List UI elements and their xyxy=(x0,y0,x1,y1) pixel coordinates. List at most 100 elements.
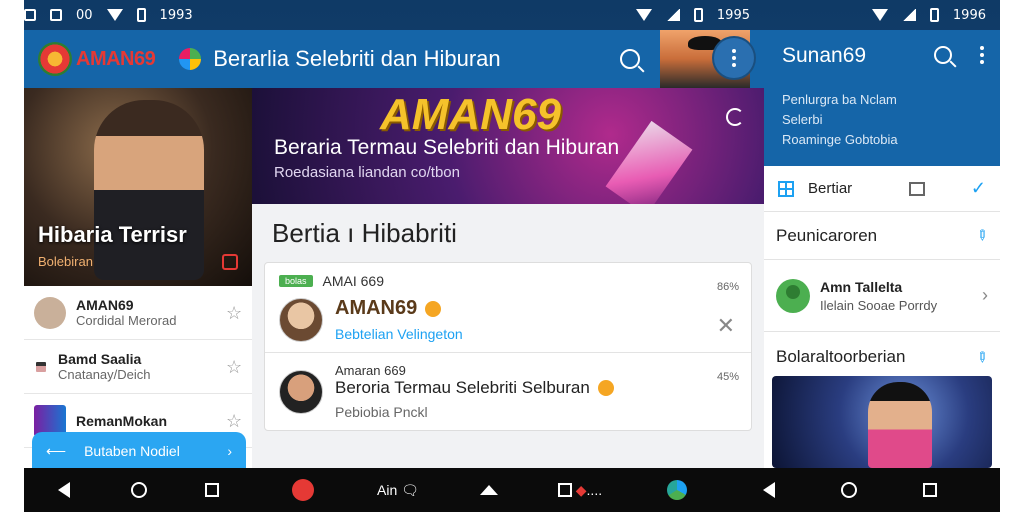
post-item[interactable]: Amaran 669 Beroria Termau Selebriti Selb… xyxy=(265,353,751,430)
list-item[interactable]: Bamd Saalia Cnatanay/Deich ☆ xyxy=(24,340,252,394)
record-icon xyxy=(292,479,314,501)
star-icon[interactable]: ☆ xyxy=(226,304,242,322)
battery-icon xyxy=(136,8,146,22)
contact-name: RemanMokan xyxy=(76,412,168,429)
header-line: Selerbi xyxy=(782,112,823,127)
featured-image xyxy=(94,100,204,280)
arrow-left-icon: ⟵ xyxy=(46,442,67,459)
battery-icon xyxy=(693,8,703,22)
avatar xyxy=(279,369,323,414)
more-options-icon[interactable] xyxy=(980,46,984,64)
featured-card[interactable]: Hibaria Terrisr Bolebiran xyxy=(24,88,252,286)
contact-name: AMAN69 xyxy=(76,297,134,313)
chevron-right-icon: › xyxy=(227,443,232,459)
avatar xyxy=(279,297,323,342)
app-icon xyxy=(179,48,202,70)
house-button[interactable] xyxy=(440,468,538,512)
tab-bar: Bertiar ✓ xyxy=(764,166,1000,212)
more-options-button[interactable] xyxy=(714,38,754,78)
featured-photo[interactable] xyxy=(772,376,992,468)
banner-subtitle: Roedasiana liandan co/tbon xyxy=(274,164,460,181)
share-icon[interactable] xyxy=(222,254,238,270)
brand-name: AMAN69 xyxy=(76,47,156,70)
search-icon[interactable] xyxy=(934,46,952,64)
banner-title: Beraria Termau Selebriti dan Hiburan xyxy=(274,136,620,159)
contact-subtitle: Cnatanay/Deich xyxy=(58,367,151,382)
status-bar-right: 1996 xyxy=(764,0,1000,30)
check-icon[interactable]: ✓ xyxy=(971,178,986,199)
image-icon xyxy=(50,9,62,21)
status-time-right: 1995 xyxy=(716,7,750,23)
avatar xyxy=(776,278,810,313)
avatar xyxy=(34,359,48,374)
status-text-left: 00 xyxy=(76,7,93,23)
section-title: Bertia ı Hibabriti xyxy=(272,218,457,248)
wifi-icon xyxy=(635,9,652,21)
home-button-secondary[interactable] xyxy=(806,468,892,512)
grid-icon[interactable] xyxy=(778,180,794,197)
recents-icon xyxy=(205,483,219,497)
verified-icon xyxy=(425,300,442,317)
back-button-secondary[interactable] xyxy=(732,468,806,512)
user-subtitle: Ilelain Sooae Porrdy xyxy=(820,297,938,313)
post-percentage: 86% xyxy=(716,281,739,293)
keyboard-button[interactable]: Ain 🗨 xyxy=(356,468,440,512)
main-content: AMAN69 Beraria Termau Selebriti dan Hibu… xyxy=(252,88,764,468)
left-panel: Hibaria Terrisr Bolebiran AMAN69 Cordida… xyxy=(24,88,252,468)
bottom-action-label: Butaben Nodiel xyxy=(84,443,180,459)
screen: 00 1993 1995 1996 AMAN69 Berarlia Selebr… xyxy=(0,0,1024,512)
back-icon xyxy=(58,482,70,498)
recents-button[interactable] xyxy=(174,468,250,512)
user-row[interactable]: Amn Tallelta Ilelain Sooae Porrdy › xyxy=(764,260,1000,332)
home-button[interactable] xyxy=(104,468,174,512)
bottom-action-button[interactable]: ⟵ Butaben Nodiel › xyxy=(32,432,246,468)
star-icon[interactable]: ☆ xyxy=(226,358,242,376)
app-bar: AMAN69 Berarlia Selebriti dan Hiburan xyxy=(24,30,764,88)
post-list: bolas AMAI 669 86% AMAN69 Bebtelian Veli… xyxy=(264,262,752,431)
section-header[interactable]: Bolaraltoorberian ✎ xyxy=(764,332,1000,382)
back-button[interactable] xyxy=(24,468,104,512)
list-item[interactable]: AMAN69 Cordidal Merorad ☆ xyxy=(24,286,252,340)
featured-title: Hibaria Terrisr xyxy=(38,222,187,247)
promo-banner[interactable]: AMAN69 Beraria Termau Selebriti dan Hibu… xyxy=(252,88,764,204)
record-button[interactable] xyxy=(250,468,356,512)
section-label: Peunicaroren xyxy=(776,225,878,245)
section-label: Bolaraltoorberian xyxy=(776,347,906,366)
dots-text: .... xyxy=(586,482,603,498)
post-link[interactable]: Bebtelian Velingeton xyxy=(335,326,737,342)
banner-logo: AMAN69 xyxy=(380,90,561,139)
bookmark-icon[interactable] xyxy=(908,181,925,196)
diamond-icon: ◆ xyxy=(575,481,587,498)
recents-button-secondary[interactable] xyxy=(892,468,968,512)
brand-logo-icon xyxy=(38,42,72,76)
header-line: Roaminge Gobtobia xyxy=(782,132,898,147)
post-item[interactable]: bolas AMAI 669 86% AMAN69 Bebtelian Veli… xyxy=(265,263,751,353)
house-icon xyxy=(480,485,498,495)
avatar xyxy=(34,296,66,329)
right-header: Sunan69 Penlurgra ba Nclam Selerbi Roami… xyxy=(764,30,1000,166)
chat-icon: 🗨 xyxy=(401,481,419,498)
tab-news[interactable]: Bertiar xyxy=(808,180,909,197)
close-icon[interactable]: ✕ xyxy=(717,313,735,339)
wifi-icon xyxy=(871,9,888,21)
screen-button[interactable]: ◆.... xyxy=(538,468,622,512)
left-margin xyxy=(0,0,24,512)
status-bar: 00 1993 1995 xyxy=(24,0,764,30)
banner-decoration xyxy=(605,120,693,204)
recents-icon xyxy=(923,483,937,497)
verified-icon xyxy=(597,380,614,396)
section-header[interactable]: Peunicaroren ✎ xyxy=(764,212,1000,260)
back-icon xyxy=(763,482,775,498)
wifi-icon xyxy=(106,9,123,21)
assistant-button[interactable] xyxy=(622,468,732,512)
brand-logo[interactable]: AMAN69 xyxy=(38,42,156,76)
chat-icon xyxy=(24,9,36,21)
right-margin xyxy=(1000,0,1024,512)
status-time: 1996 xyxy=(952,7,986,23)
signal-icon xyxy=(901,9,916,21)
star-icon[interactable]: ☆ xyxy=(226,412,242,430)
keyboard-label: Ain xyxy=(377,482,398,498)
home-icon xyxy=(841,482,857,498)
page-title: Berarlia Selebriti dan Hiburan xyxy=(213,46,501,71)
search-icon[interactable] xyxy=(620,49,640,69)
